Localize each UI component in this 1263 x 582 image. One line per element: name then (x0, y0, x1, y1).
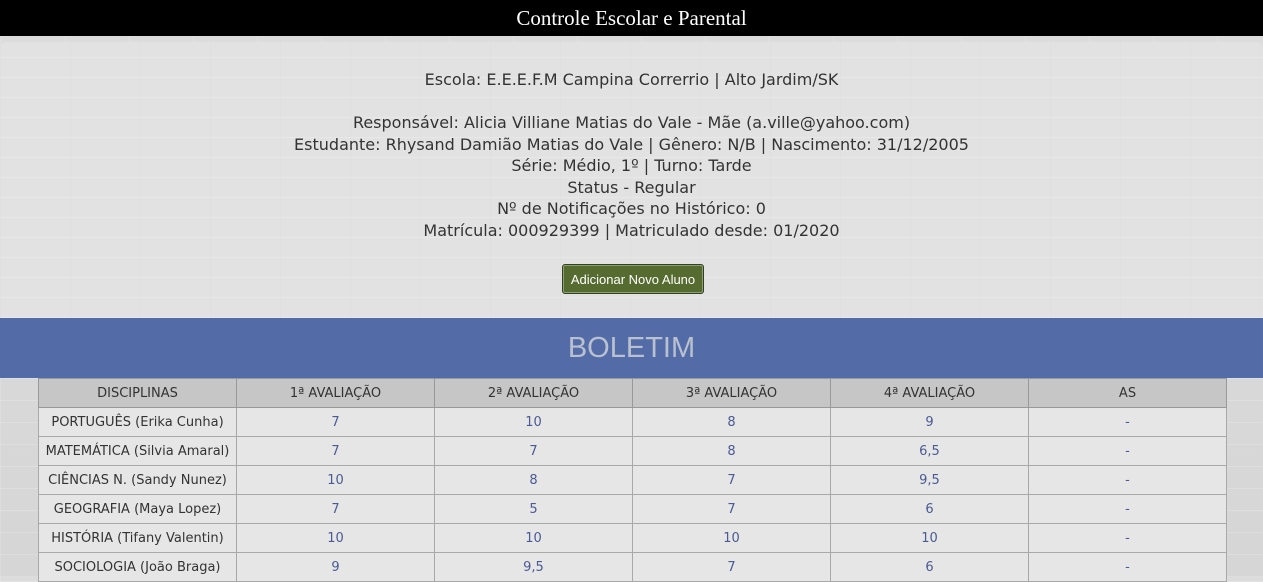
column-header-as: AS (1028, 378, 1227, 408)
student-info: Estudante: Rhysand Damião Matias do Vale… (294, 134, 969, 154)
grade-cell: 7 (632, 465, 831, 495)
as-cell: - (1028, 465, 1227, 495)
table-row: MATEMÁTICA (Silvia Amaral) 7 7 8 6,5 - (38, 436, 1227, 466)
grade-cell: 8 (434, 465, 633, 495)
as-cell: - (1028, 523, 1227, 553)
grade-cell: 5 (434, 494, 633, 524)
as-cell: - (1028, 407, 1227, 437)
grade-cell: 6 (830, 494, 1029, 524)
column-header-eval-4: 4ª AVALIAÇÃO (830, 378, 1029, 408)
subject-cell: CIÊNCIAS N. (Sandy Nunez) (38, 465, 237, 495)
report-card-title: BOLETIM (567, 331, 696, 364)
grade-cell: 6,5 (830, 436, 1029, 466)
enrollment-info: Matrícula: 000929399 | Matriculado desde… (423, 220, 840, 240)
grade-cell: 7 (434, 436, 633, 466)
subject-cell: HISTÓRIA (Tifany Valentin) (38, 523, 237, 553)
grade-cell: 9,5 (830, 465, 1029, 495)
notifications-info: Nº de Notificações no Histórico: 0 (497, 199, 766, 219)
grade-cell: 10 (434, 523, 633, 553)
student-info-panel: Escola: E.E.E.F.M Campina Correrrio | Al… (0, 42, 1263, 318)
grade-cell: 9 (236, 552, 435, 582)
status-info: Status - Regular (567, 177, 696, 197)
grade-cell: 10 (632, 523, 831, 553)
subject-cell: PORTUGUÊS (Erika Cunha) (38, 407, 237, 437)
grade-cell: 9,5 (434, 552, 633, 582)
subject-cell: GEOGRAFIA (Maya Lopez) (38, 494, 237, 524)
as-cell: - (1028, 494, 1227, 524)
table-row: GEOGRAFIA (Maya Lopez) 7 5 7 6 - (38, 494, 1227, 524)
table-row: CIÊNCIAS N. (Sandy Nunez) 10 8 7 9,5 - (38, 465, 1227, 495)
subject-cell: SOCIOLOGIA (João Braga) (38, 552, 237, 582)
grade-cell: 9 (830, 407, 1029, 437)
app-title: Controle Escolar e Parental (516, 5, 747, 30)
subject-cell: MATEMÁTICA (Silvia Amaral) (38, 436, 237, 466)
table-header-row: DISCIPLINAS 1ª AVALIAÇÃO 2ª AVALIAÇÃO 3ª… (38, 378, 1227, 408)
grade-cell: 7 (236, 436, 435, 466)
grade-cell: 8 (632, 407, 831, 437)
responsible-info: Responsável: Alicia Villiane Matias do V… (352, 113, 911, 132)
grade-cell: 10 (236, 523, 435, 553)
report-card-title-bar: BOLETIM (0, 318, 1263, 378)
grade-cell: 6 (830, 552, 1029, 582)
grade-cell: 10 (830, 523, 1029, 553)
grade-cell: 7 (632, 552, 831, 582)
report-card-table: DISCIPLINAS 1ª AVALIAÇÃO 2ª AVALIAÇÃO 3ª… (38, 378, 1227, 582)
add-student-button[interactable]: Adicionar Novo Aluno (562, 264, 704, 294)
as-cell: - (1028, 552, 1227, 582)
app-header: Controle Escolar e Parental (0, 0, 1263, 36)
grade-cell: 10 (236, 465, 435, 495)
column-header-eval-3: 3ª AVALIAÇÃO (632, 378, 831, 408)
table-row: HISTÓRIA (Tifany Valentin) 10 10 10 10 - (38, 523, 1227, 553)
column-header-eval-1: 1ª AVALIAÇÃO (236, 378, 435, 408)
grade-cell: 7 (236, 494, 435, 524)
school-info: Escola: E.E.E.F.M Campina Correrrio | Al… (424, 70, 839, 89)
grade-cell: 7 (236, 407, 435, 437)
grade-cell: 8 (632, 436, 831, 466)
column-header-disciplines: DISCIPLINAS (38, 378, 237, 408)
table-row: SOCIOLOGIA (João Braga) 9 9,5 7 6 - (38, 552, 1227, 582)
column-header-eval-2: 2ª AVALIAÇÃO (434, 378, 633, 408)
grade-cell: 10 (434, 407, 633, 437)
as-cell: - (1028, 436, 1227, 466)
table-row: PORTUGUÊS (Erika Cunha) 7 10 8 9 - (38, 407, 1227, 437)
grade-cell: 7 (632, 494, 831, 524)
grade-shift-info: Série: Médio, 1º | Turno: Tarde (511, 156, 752, 176)
